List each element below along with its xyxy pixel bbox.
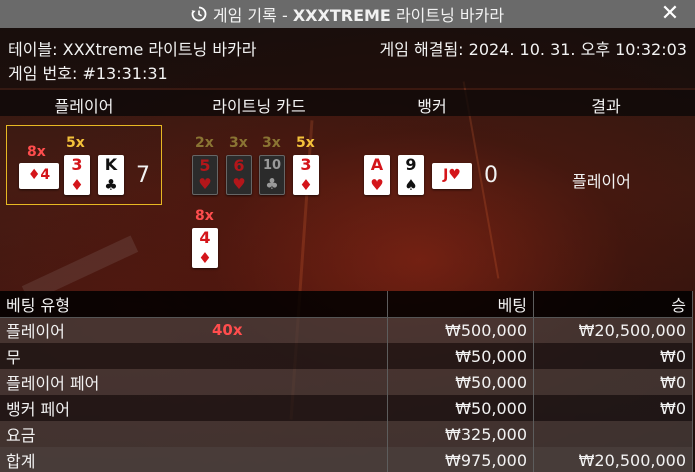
banker-score: 0 xyxy=(484,163,498,188)
bet-amount: ₩50,000 xyxy=(387,369,535,395)
card-rank: J♥ xyxy=(443,167,461,183)
card-suit: ♣ xyxy=(104,176,118,194)
card-suit: ♥ xyxy=(198,175,212,193)
column-headers: 플레이어 라이트닝 카드 뱅커 결과 xyxy=(0,90,695,116)
table-row: 뱅커 페어 ₩50,000 ₩0 xyxy=(0,395,693,421)
win-amount: ₩0 xyxy=(533,343,693,369)
bet-type: 합계 xyxy=(0,447,389,472)
title-prefix: 게임 기록 - xyxy=(212,6,293,25)
player-card-2: 3 ♦ xyxy=(64,155,90,195)
card-suit: ♦ xyxy=(70,176,84,194)
card-rank: 6 xyxy=(233,156,245,175)
table-row: 플레이어 40x ₩500,000 ₩20,500,000 xyxy=(0,317,693,343)
table-row: 요금 ₩325,000 xyxy=(0,421,693,447)
column-banker: 뱅커 xyxy=(417,97,447,116)
bet-type: 요금 xyxy=(0,421,389,447)
lightning-card-3: 10 ♣ xyxy=(259,155,285,195)
lightning-multiplier: 3x xyxy=(229,135,248,151)
bet-amount: ₩50,000 xyxy=(387,395,535,421)
player-card-3: K ♣ xyxy=(98,155,124,195)
win-amount: ₩20,500,000 xyxy=(533,447,693,472)
window-title: 게임 기록 - XXXTREME 라이트닝 바카라 xyxy=(191,2,504,26)
bet-amount: ₩325,000 xyxy=(387,421,535,447)
banker-card-3: J♥ xyxy=(432,163,472,189)
bet-amount: ₩500,000 xyxy=(387,317,535,343)
bet-amount: ₩50,000 xyxy=(387,343,535,369)
column-result: 결과 xyxy=(591,97,621,116)
card-rank: ♦4 xyxy=(27,167,51,183)
card-suit: ♥ xyxy=(232,175,246,193)
win-amount: ₩20,500,000 xyxy=(533,317,693,343)
banker-card-1: A ♥ xyxy=(364,155,390,195)
title-bar: 게임 기록 - XXXTREME 라이트닝 바카라 ✕ xyxy=(0,0,695,28)
bet-type: 플레이어 40x xyxy=(0,317,389,343)
lightning-multiplier: 5x xyxy=(296,135,315,151)
card-rank: K xyxy=(104,155,118,174)
lightning-card-5: 4 ♦ xyxy=(192,228,218,268)
game-number: 게임 번호: #13:31:31 xyxy=(8,64,168,83)
card-suit: ♣ xyxy=(265,175,279,193)
bets-header-row: 베팅 유형 베팅 승 xyxy=(0,291,693,318)
lightning-multiplier: 3x xyxy=(262,135,281,151)
card-suit: ♥ xyxy=(370,176,384,194)
history-icon xyxy=(191,6,207,22)
bet-type: 플레이어 페어 xyxy=(0,369,389,395)
table-row: 플레이어 페어 ₩50,000 ₩0 xyxy=(0,369,693,395)
lightning-multiplier: 2x xyxy=(195,135,214,151)
table-name: 테이블: XXXtreme 라이트닝 바카라 xyxy=(8,40,257,59)
card-multiplier: 8x xyxy=(27,144,46,160)
win-amount: ₩0 xyxy=(533,395,693,421)
close-icon: ✕ xyxy=(660,1,680,26)
player-card-1: ♦4 xyxy=(19,163,59,189)
column-lightning-cards: 라이트닝 카드 xyxy=(212,97,306,116)
card-multiplier: 5x xyxy=(66,135,85,151)
player-score: 7 xyxy=(136,163,150,188)
close-button[interactable]: ✕ xyxy=(659,3,681,25)
card-rank: 5 xyxy=(199,156,211,175)
total-row: 합계 ₩975,000 ₩20,500,000 xyxy=(0,447,693,472)
card-suit: ♦ xyxy=(198,249,212,267)
title-brand: XXXTREME xyxy=(292,6,391,25)
win-amount: ₩0 xyxy=(533,369,693,395)
lightning-multiplier: 8x xyxy=(195,208,214,224)
lightning-card-4: 3 ♦ xyxy=(293,155,319,195)
game-info: 테이블: XXXtreme 라이트닝 바카라 게임 번호: #13:31:31 … xyxy=(0,28,695,88)
bets-table: 베팅 유형 베팅 승 플레이어 40x ₩500,000 ₩20,500,000 … xyxy=(0,291,693,472)
resolved-time: 게임 해결됨: 2024. 10. 31. 오후 10:32:03 xyxy=(379,40,687,59)
title-suffix: 라이트닝 바카라 xyxy=(390,6,505,25)
card-rank: 4 xyxy=(199,228,211,247)
card-suit: ♦ xyxy=(299,176,313,194)
header-win: 승 xyxy=(533,291,693,318)
table-row: 무 ₩50,000 ₩0 xyxy=(0,343,693,369)
card-rank: 10 xyxy=(262,158,282,173)
bet-multiplier: 40x xyxy=(212,320,243,339)
win-amount xyxy=(533,421,693,447)
header-bet: 베팅 xyxy=(387,291,535,318)
bet-amount: ₩975,000 xyxy=(387,447,535,472)
card-rank: 3 xyxy=(300,155,312,174)
card-rank: 9 xyxy=(405,155,417,174)
bet-type: 무 xyxy=(0,343,389,369)
card-rank: A xyxy=(370,155,384,174)
column-player: 플레이어 xyxy=(54,97,114,116)
header-bet-type: 베팅 유형 xyxy=(0,291,389,318)
lightning-card-2: 6 ♥ xyxy=(226,155,252,195)
lightning-card-1: 5 ♥ xyxy=(192,155,218,195)
bet-type: 뱅커 페어 xyxy=(0,395,389,421)
card-rank: 3 xyxy=(71,155,83,174)
card-suit: ♠ xyxy=(404,176,418,194)
game-result: 플레이어 xyxy=(572,172,631,191)
banker-card-2: 9 ♠ xyxy=(398,155,424,195)
